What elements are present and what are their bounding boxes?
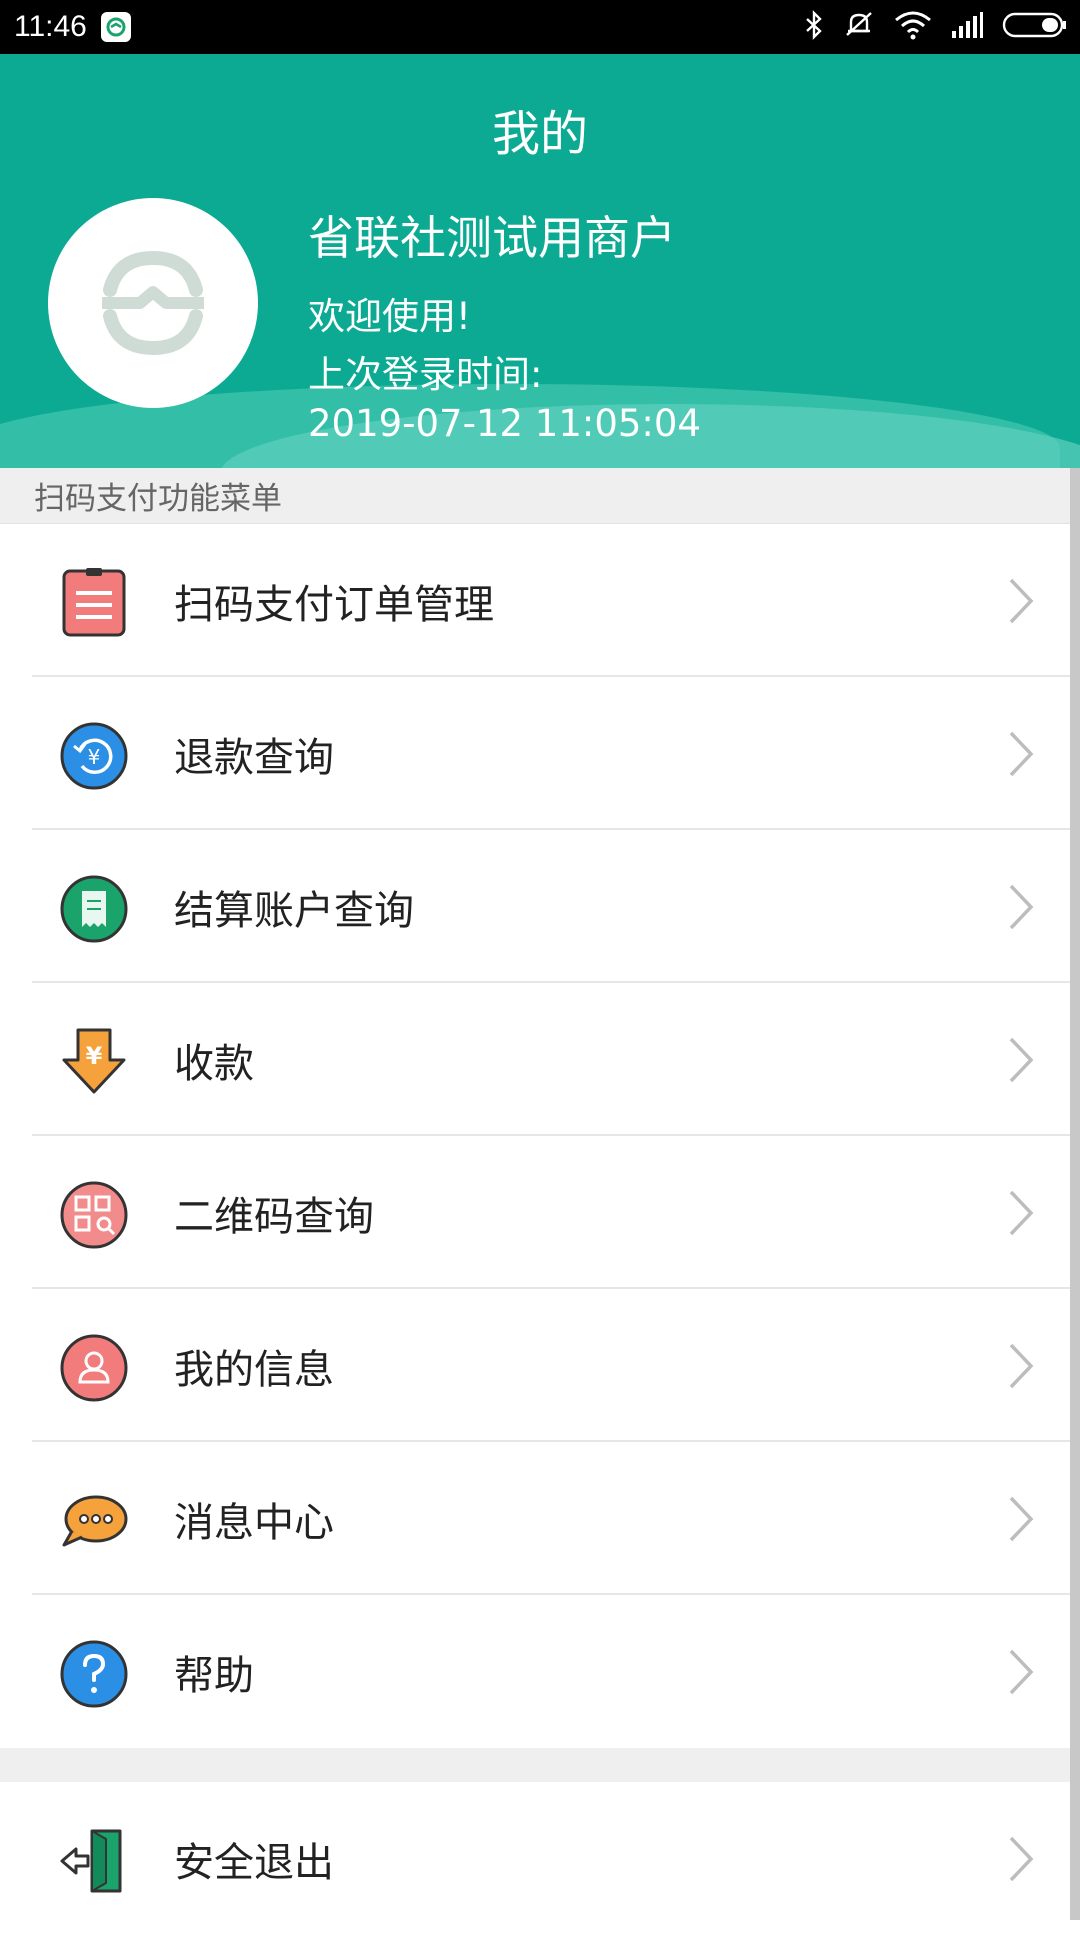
chevron-right-icon (1009, 1496, 1034, 1541)
merchant-name: 省联社测试用商户 (308, 211, 676, 265)
receipt-icon (60, 875, 128, 943)
menu-item-label: 帮助 (174, 1652, 254, 1699)
profile-header: 我的 省联社测试用商户 欢迎使用! 上次登录时间: 2019-07-12 11:… (0, 54, 1080, 468)
page-title: 我的 (491, 106, 588, 162)
menu-item-label: 退款查询 (174, 734, 334, 781)
last-login-label: 上次登录时间: (308, 353, 543, 396)
function-menu: 扫码支付订单管理 ¥ 退款查询 结算账户查询 ¥ 收款 二维码查询 我的信息 消… (0, 524, 1070, 1935)
svg-text:¥: ¥ (86, 1042, 103, 1070)
menu-item-label: 二维码查询 (174, 1193, 374, 1240)
chevron-right-icon (1009, 1649, 1034, 1694)
battery-icon (1002, 11, 1068, 43)
menu-item-logout[interactable]: 安全退出 (0, 1782, 1070, 1935)
chevron-right-icon (1009, 731, 1034, 776)
clipboard-icon (62, 568, 126, 637)
menu-item-collect-money[interactable]: ¥ 收款 (0, 983, 1070, 1136)
collect-money-icon: ¥ (62, 1028, 126, 1094)
avatar[interactable] (48, 198, 258, 408)
scrollbar[interactable] (1070, 468, 1080, 1920)
menu-item-label: 消息中心 (174, 1499, 334, 1546)
status-time: 11:46 (14, 10, 87, 43)
chevron-right-icon (1009, 1037, 1034, 1082)
brand-logo-icon (102, 250, 204, 356)
chevron-right-icon (1009, 1190, 1034, 1235)
app-notification-icon (100, 12, 131, 42)
section-gap (0, 1748, 1070, 1782)
chevron-right-icon (1009, 1343, 1034, 1388)
last-login-time: 2019-07-12 11:05:04 (308, 402, 701, 445)
menu-item-label: 我的信息 (174, 1346, 334, 1393)
signal-icon (950, 11, 984, 43)
menu-item-label: 安全退出 (174, 1839, 334, 1886)
menu-item-help[interactable]: 帮助 (0, 1595, 1070, 1748)
menu-item-refund-query[interactable]: ¥ 退款查询 (0, 677, 1070, 830)
mute-icon (842, 9, 876, 45)
exit-icon (60, 1829, 122, 1893)
chevron-right-icon (1009, 884, 1034, 929)
menu-item-settlement-account[interactable]: 结算账户查询 (0, 830, 1070, 983)
chevron-right-icon (1009, 1836, 1034, 1881)
menu-item-label: 扫码支付订单管理 (174, 581, 494, 628)
status-bar: 11:46 (0, 0, 1080, 54)
menu-item-label: 收款 (174, 1040, 254, 1087)
menu-item-my-info[interactable]: 我的信息 (0, 1289, 1070, 1442)
qr-search-icon (60, 1181, 128, 1249)
menu-item-order-management[interactable]: 扫码支付订单管理 (0, 524, 1070, 677)
menu-item-message-center[interactable]: 消息中心 (0, 1442, 1070, 1595)
wifi-icon (894, 10, 932, 44)
user-icon (60, 1334, 128, 1402)
menu-item-qr-query[interactable]: 二维码查询 (0, 1136, 1070, 1289)
refund-icon: ¥ (60, 722, 128, 790)
bluetooth-icon (804, 10, 824, 44)
help-icon (60, 1640, 128, 1708)
section-label: 扫码支付功能菜单 (0, 468, 1070, 524)
message-icon (62, 1495, 128, 1547)
svg-text:¥: ¥ (88, 745, 101, 769)
chevron-right-icon (1009, 578, 1034, 623)
welcome-text: 欢迎使用! (308, 295, 471, 338)
menu-item-label: 结算账户查询 (174, 887, 414, 934)
